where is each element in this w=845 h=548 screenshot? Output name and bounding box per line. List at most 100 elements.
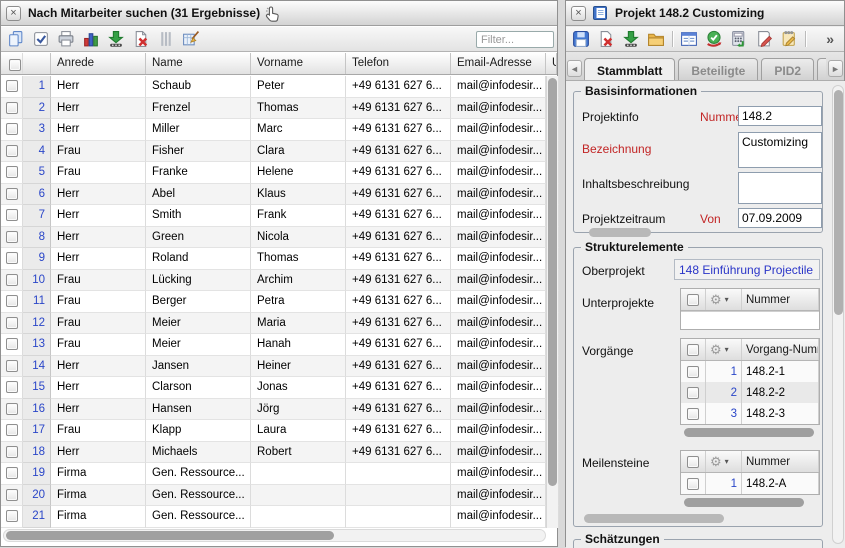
- struktur-scroll-thumb[interactable]: [584, 514, 724, 523]
- table-row[interactable]: 2HerrFrenzelThomas+49 6131 627 6...mail@…: [1, 98, 559, 120]
- delete-document-icon[interactable]: [132, 30, 150, 48]
- toolbar-overflow-button[interactable]: »: [826, 31, 838, 47]
- edit-document-icon[interactable]: [755, 30, 773, 48]
- table-row[interactable]: 3HerrMillerMarc+49 6131 627 6...mail@inf…: [1, 119, 559, 141]
- table-row[interactable]: 7HerrSmithFrank+49 6131 627 6...mail@inf…: [1, 205, 559, 227]
- select-all-checkbox[interactable]: [1, 53, 23, 74]
- header-rownum[interactable]: [23, 53, 51, 74]
- tab-stammblatt[interactable]: Stammblatt: [584, 58, 675, 80]
- row-checkbox[interactable]: [1, 227, 23, 249]
- details-icon[interactable]: [680, 30, 698, 48]
- unterprojekte-header-nummer[interactable]: Nummer: [742, 289, 819, 310]
- vertical-scrollbar[interactable]: [546, 76, 558, 528]
- right-vertical-scrollbar[interactable]: [832, 85, 844, 544]
- table-row[interactable]: 21FirmaGen. Ressource...mail@infodesir..…: [1, 506, 559, 528]
- table-row[interactable]: 10FrauLückingArchim+49 6131 627 6...mail…: [1, 270, 559, 292]
- table-row[interactable]: 1HerrSchaubPeter+49 6131 627 6...mail@in…: [1, 76, 559, 98]
- table-row[interactable]: 5FrauFrankeHelene+49 6131 627 6...mail@i…: [1, 162, 559, 184]
- list-item[interactable]: 1148.2-1: [681, 361, 819, 382]
- row-checkbox[interactable]: [1, 291, 23, 313]
- table-row[interactable]: 16HerrHansenJörg+49 6131 627 6...mail@in…: [1, 399, 559, 421]
- tabs-scroll-right-icon[interactable]: ►: [828, 60, 843, 77]
- copy-icon[interactable]: [7, 30, 25, 48]
- row-checkbox[interactable]: [1, 356, 23, 378]
- row-checkbox[interactable]: [1, 420, 23, 442]
- vorgaenge-gear-menu[interactable]: ⚙▾: [706, 339, 742, 360]
- header-anrede[interactable]: Anrede: [51, 53, 146, 74]
- meilensteine-select-all-checkbox[interactable]: [681, 451, 706, 472]
- header-vorname[interactable]: Vorname: [251, 53, 346, 74]
- approve-icon[interactable]: [705, 30, 723, 48]
- unterprojekte-select-all-checkbox[interactable]: [681, 289, 706, 310]
- row-checkbox[interactable]: [1, 270, 23, 292]
- row-checkbox[interactable]: [681, 382, 706, 403]
- row-checkbox[interactable]: [1, 377, 23, 399]
- row-checkbox[interactable]: [1, 442, 23, 464]
- notes-icon[interactable]: [780, 30, 798, 48]
- row-checkbox[interactable]: [1, 98, 23, 120]
- close-icon[interactable]: ×: [571, 6, 586, 21]
- row-checkbox[interactable]: [1, 334, 23, 356]
- clean-table-icon[interactable]: [182, 30, 200, 48]
- row-checkbox[interactable]: [1, 506, 23, 528]
- oberprojekt-link[interactable]: 148 Einführung Projectile: [674, 259, 820, 280]
- row-checkbox[interactable]: [1, 463, 23, 485]
- table-row[interactable]: 12FrauMeierMaria+49 6131 627 6...mail@in…: [1, 313, 559, 335]
- columns-icon[interactable]: [157, 30, 175, 48]
- meilensteine-gear-menu[interactable]: ⚙▾: [706, 451, 742, 472]
- von-field[interactable]: 07.09.2009: [738, 208, 822, 228]
- table-row[interactable]: 8HerrGreenNicola+49 6131 627 6...mail@in…: [1, 227, 559, 249]
- row-checkbox[interactable]: [681, 473, 706, 494]
- header-email[interactable]: Email-Adresse: [451, 53, 546, 74]
- nummer-field[interactable]: 148.2: [738, 106, 822, 126]
- table-row[interactable]: 13FrauMeierHanah+49 6131 627 6...mail@in…: [1, 334, 559, 356]
- vorgaenge-header-nummer[interactable]: Vorgang-Numm: [742, 339, 819, 360]
- bezeichnung-field[interactable]: Customizing: [738, 132, 822, 168]
- select-all-icon[interactable]: [32, 30, 50, 48]
- table-row[interactable]: 9HerrRolandThomas+49 6131 627 6...mail@i…: [1, 248, 559, 270]
- table-row[interactable]: 15HerrClarsonJonas+49 6131 627 6...mail@…: [1, 377, 559, 399]
- table-row[interactable]: 18HerrMichaelsRobert+49 6131 627 6...mai…: [1, 442, 559, 464]
- vorgaenge-select-all-checkbox[interactable]: [681, 339, 706, 360]
- filter-input[interactable]: [476, 31, 554, 48]
- delete-document-icon[interactable]: [597, 30, 615, 48]
- tab-beteiligte[interactable]: Beteiligte: [678, 58, 758, 80]
- table-row[interactable]: 17FrauKlappLaura+49 6131 627 6...mail@in…: [1, 420, 559, 442]
- row-checkbox[interactable]: [1, 399, 23, 421]
- header-name[interactable]: Name: [146, 53, 251, 74]
- basis-scroll-thumb[interactable]: [589, 228, 651, 237]
- header-clipped[interactable]: Un: [546, 53, 557, 74]
- row-checkbox[interactable]: [1, 184, 23, 206]
- print-icon[interactable]: [57, 30, 75, 48]
- row-checkbox[interactable]: [1, 485, 23, 507]
- table-row[interactable]: 14HerrJansenHeiner+49 6131 627 6...mail@…: [1, 356, 559, 378]
- export-icon[interactable]: [622, 30, 640, 48]
- table-row[interactable]: 6HerrAbelKlaus+49 6131 627 6...mail@info…: [1, 184, 559, 206]
- tabs-scroll-left-icon[interactable]: ◄: [567, 60, 582, 77]
- row-checkbox[interactable]: [1, 313, 23, 335]
- table-row[interactable]: 4FrauFisherClara+49 6131 627 6...mail@in…: [1, 141, 559, 163]
- row-checkbox[interactable]: [1, 76, 23, 98]
- row-checkbox[interactable]: [681, 361, 706, 382]
- save-icon[interactable]: [572, 30, 590, 48]
- meilensteine-scroll-thumb[interactable]: [684, 498, 804, 507]
- table-row[interactable]: 20FirmaGen. Ressource...mail@infodesir..…: [1, 485, 559, 507]
- table-row[interactable]: 11FrauBergerPetra+49 6131 627 6...mail@i…: [1, 291, 559, 313]
- tab-pid2[interactable]: PID2: [761, 58, 814, 80]
- row-checkbox[interactable]: [1, 248, 23, 270]
- list-item[interactable]: 3148.2-3: [681, 403, 819, 424]
- folder-icon[interactable]: [647, 30, 665, 48]
- row-checkbox[interactable]: [1, 141, 23, 163]
- meilensteine-header-nummer[interactable]: Nummer: [742, 451, 819, 472]
- header-telefon[interactable]: Telefon: [346, 53, 451, 74]
- row-checkbox[interactable]: [1, 162, 23, 184]
- list-item[interactable]: 1148.2-A: [681, 473, 819, 494]
- export-icon[interactable]: [107, 30, 125, 48]
- inhaltsbeschreibung-field[interactable]: [738, 172, 822, 204]
- chart-icon[interactable]: [82, 30, 100, 48]
- close-icon[interactable]: ×: [6, 6, 21, 21]
- table-row[interactable]: 19FirmaGen. Ressource...mail@infodesir..…: [1, 463, 559, 485]
- row-checkbox[interactable]: [1, 119, 23, 141]
- tab-pid[interactable]: PID: [817, 58, 826, 80]
- list-item[interactable]: 2148.2-2: [681, 382, 819, 403]
